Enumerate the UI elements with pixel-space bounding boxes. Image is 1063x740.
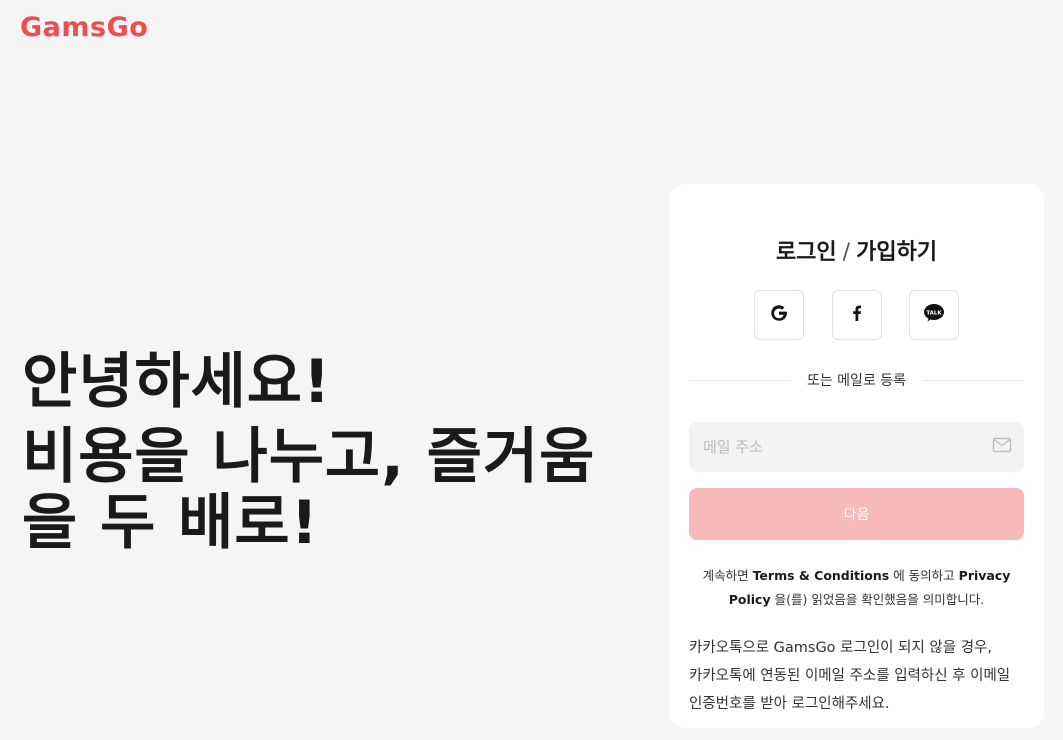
kakaotalk-icon-text: TALK <box>926 311 942 317</box>
hero-greeting: 안녕하세요! <box>22 347 332 417</box>
terms-suffix: 을(를) 읽었음을 확인했음을 의미합니다. <box>770 592 985 607</box>
divider-text: 또는 메일로 등록 <box>806 373 907 389</box>
terms-notice: 계속하면 Terms & Conditions 에 동의하고 Privacy P… <box>689 564 1024 612</box>
hero-section: 안녕하세요! 비용을 나누고, 즐거움을 두 배로! <box>22 346 622 556</box>
kakao-login-note: 카카오톡으로 GamsGo 로그인이 되지 않을 경우, 카카오톡에 연동된 이… <box>689 640 1011 712</box>
mail-icon <box>992 437 1012 457</box>
kakaotalk-login-button[interactable]: TALK <box>909 290 959 340</box>
email-divider: 또는 메일로 등록 <box>689 370 1024 390</box>
facebook-login-button[interactable] <box>831 290 882 340</box>
google-icon <box>768 302 790 328</box>
login-title-separator: / <box>842 240 851 265</box>
login-title-signup: 가입하기 <box>856 240 938 265</box>
divider-line-right <box>922 379 1024 381</box>
login-title-login: 로그인 <box>775 240 837 265</box>
next-button[interactable]: 다음 <box>689 488 1024 540</box>
social-login-row: TALK <box>754 290 959 342</box>
kakaotalk-icon: TALK <box>922 301 946 329</box>
divider-line-left <box>689 379 791 381</box>
login-card: 로그인 / 가입하기 TALK 또는 메일로 등록 메일 주소 다음 계속하면 … <box>669 184 1044 728</box>
terms-link[interactable]: Terms & Conditions <box>753 568 890 583</box>
login-title: 로그인 / 가입하기 <box>669 234 1044 266</box>
facebook-icon <box>846 302 868 328</box>
email-field-container <box>689 422 1024 472</box>
terms-middle: 에 동의하고 <box>889 568 959 583</box>
email-input[interactable] <box>701 437 992 457</box>
hero-tagline: 비용을 나누고, 즐거움을 두 배로! <box>22 422 596 558</box>
gamsgo-logo[interactable]: GamsGo <box>20 12 148 43</box>
google-login-button[interactable] <box>754 290 804 340</box>
terms-prefix: 계속하면 <box>702 568 753 583</box>
